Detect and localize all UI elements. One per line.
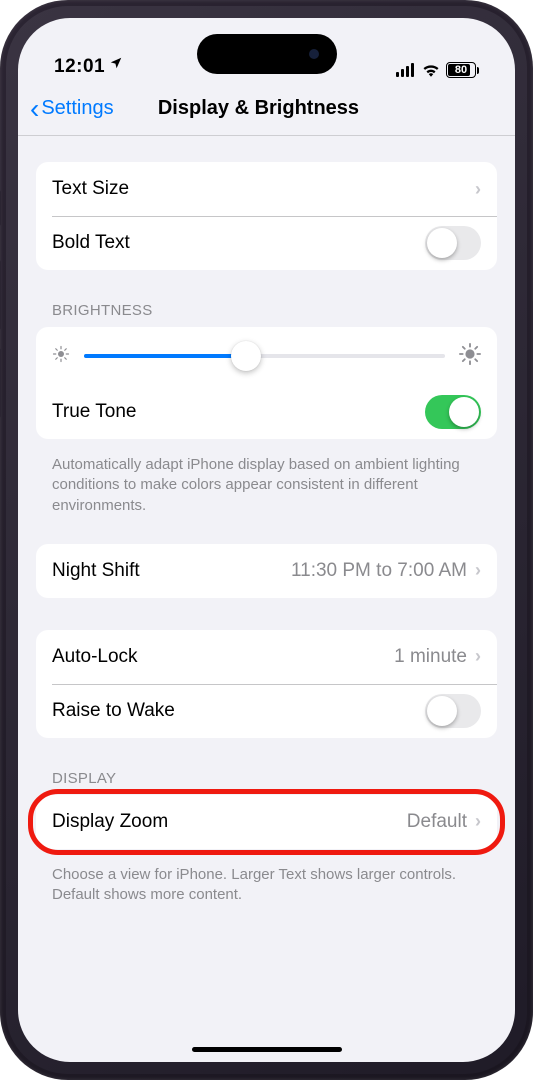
- raise-to-wake-toggle[interactable]: [425, 694, 481, 728]
- brightness-slider-row: [36, 327, 497, 385]
- brightness-slider[interactable]: [84, 341, 445, 371]
- bold-text-toggle[interactable]: [425, 226, 481, 260]
- sun-large-icon: [459, 343, 481, 370]
- battery-icon: 80: [446, 62, 479, 78]
- dynamic-island: [197, 34, 337, 74]
- chevron-right-icon: ›: [475, 179, 481, 200]
- page-title: Display & Brightness: [158, 97, 359, 120]
- display-zoom-highlight-wrap: Display Zoom Default ›: [36, 795, 497, 849]
- true-tone-label: True Tone: [52, 401, 425, 423]
- raise-to-wake-row[interactable]: Raise to Wake: [36, 684, 497, 738]
- status-time: 12:01: [54, 56, 105, 78]
- text-size-label: Text Size: [52, 178, 475, 200]
- display-zoom-row[interactable]: Display Zoom Default ›: [36, 795, 497, 849]
- volume-up-button: [0, 260, 1, 330]
- brightness-footer: Automatically adapt iPhone display based…: [36, 447, 497, 516]
- brightness-group: True Tone: [36, 327, 497, 439]
- back-button[interactable]: ‹ Settings: [18, 97, 114, 120]
- volume-down-button: [0, 348, 1, 418]
- nav-bar: ‹ Settings Display & Brightness: [18, 82, 515, 136]
- true-tone-toggle[interactable]: [425, 395, 481, 429]
- battery-pct: 80: [455, 64, 467, 76]
- display-zoom-value: Default: [407, 811, 467, 833]
- night-shift-value: 11:30 PM to 7:00 AM: [291, 560, 467, 582]
- phone-screen: 12:01 80 ‹ Settings Displa: [18, 18, 515, 1062]
- auto-lock-value: 1 minute: [394, 646, 467, 668]
- auto-lock-label: Auto-Lock: [52, 646, 394, 668]
- text-group: Text Size › Bold Text: [36, 162, 497, 270]
- display-zoom-group: Display Zoom Default ›: [36, 795, 497, 849]
- back-label: Settings: [41, 97, 113, 120]
- phone-frame: 12:01 80 ‹ Settings Displa: [0, 0, 533, 1080]
- display-zoom-label: Display Zoom: [52, 811, 407, 833]
- text-size-row[interactable]: Text Size ›: [36, 162, 497, 216]
- night-shift-group: Night Shift 11:30 PM to 7:00 AM ›: [36, 544, 497, 598]
- raise-to-wake-label: Raise to Wake: [52, 700, 425, 722]
- night-shift-label: Night Shift: [52, 560, 291, 582]
- auto-lock-row[interactable]: Auto-Lock 1 minute ›: [36, 630, 497, 684]
- location-icon: [109, 56, 123, 75]
- slider-thumb[interactable]: [231, 341, 261, 371]
- display-header: DISPLAY: [36, 770, 497, 795]
- wifi-icon: [422, 63, 440, 77]
- chevron-right-icon: ›: [475, 560, 481, 581]
- display-footer: Choose a view for iPhone. Larger Text sh…: [36, 857, 497, 906]
- chevron-right-icon: ›: [475, 811, 481, 832]
- bold-text-row[interactable]: Bold Text: [36, 216, 497, 270]
- chevron-right-icon: ›: [475, 646, 481, 667]
- night-shift-row[interactable]: Night Shift 11:30 PM to 7:00 AM ›: [36, 544, 497, 598]
- brightness-header: BRIGHTNESS: [36, 302, 497, 327]
- sun-small-icon: [52, 345, 70, 368]
- silence-switch: [0, 190, 1, 226]
- home-indicator[interactable]: [192, 1047, 342, 1052]
- cellular-icon: [396, 63, 416, 77]
- settings-content[interactable]: Text Size › Bold Text BRIGHTNESS: [18, 136, 515, 1062]
- lock-group: Auto-Lock 1 minute › Raise to Wake: [36, 630, 497, 738]
- true-tone-row[interactable]: True Tone: [36, 385, 497, 439]
- bold-text-label: Bold Text: [52, 232, 425, 254]
